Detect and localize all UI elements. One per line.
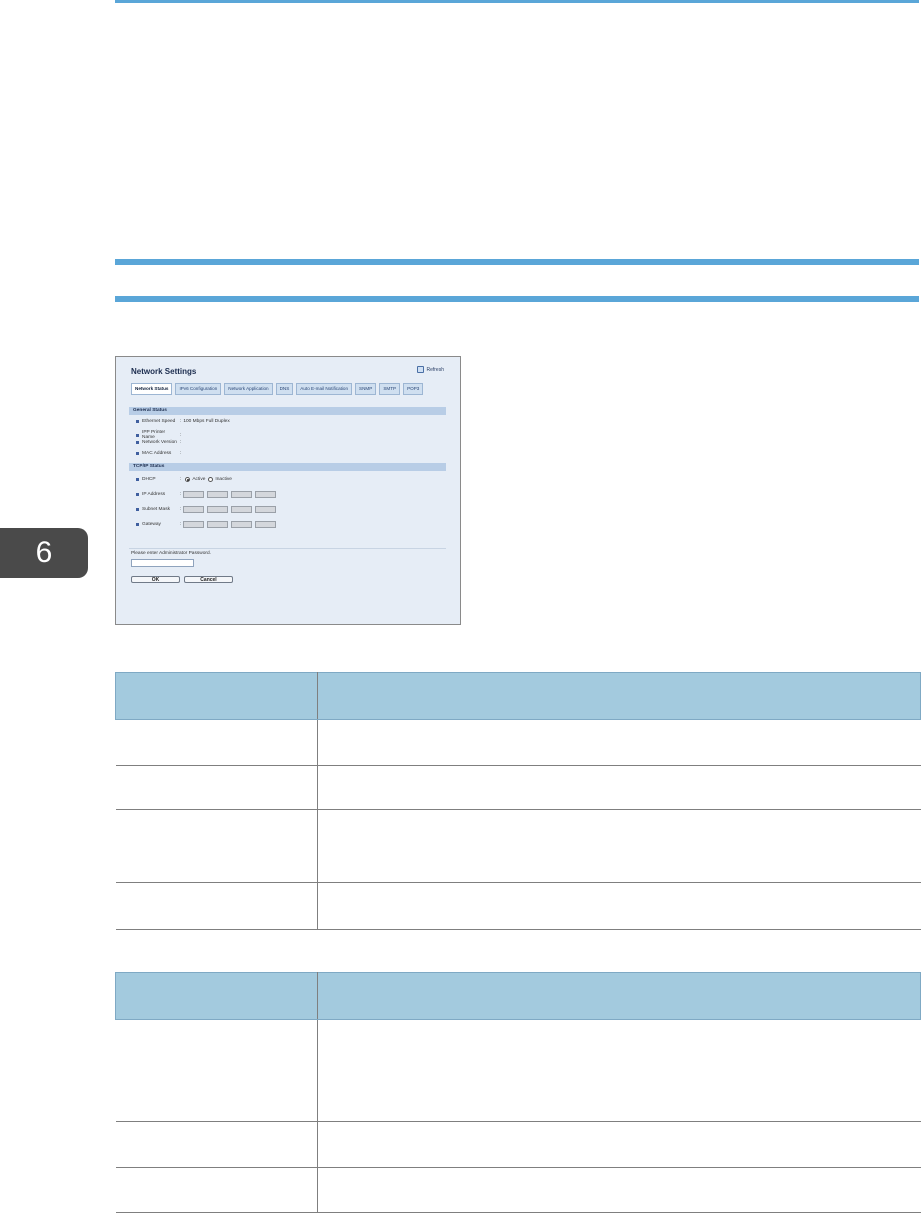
section-rule-top [115,259,919,265]
table-cell [115,765,318,810]
table-cell [115,1167,318,1213]
table-cell [115,882,318,930]
gateway-octet-4[interactable] [255,521,277,528]
ip-address-octet-4[interactable] [255,491,277,498]
tab-network-application[interactable]: Network Application [224,383,273,395]
tcpip-status-table [115,972,921,1213]
mac-address-row: MAC Address : [136,451,183,456]
table-row [115,1167,921,1213]
ip-address-octet-1[interactable] [183,491,205,498]
ipp-printer-name-label: IPP Printer Name [142,430,166,440]
gateway-row: Gateway : [136,521,279,528]
network-settings-screenshot: Network Settings Refresh Network Status … [115,356,461,625]
table-header-row [115,672,921,720]
dhcp-label: DHCP [142,477,156,482]
tab-bar: Network Status IPv6 Configuration Networ… [131,383,424,395]
table-row [115,719,921,766]
bullet-icon [136,420,139,423]
table-cell [317,882,921,930]
table-header-cell [115,972,318,1020]
general-status-heading: General Status [129,407,446,415]
ip-address-row: IP Address : [136,491,279,498]
bullet-icon [136,441,139,444]
gateway-octet-3[interactable] [231,521,253,528]
table-row [115,882,921,930]
network-version-row: Network Version : [136,440,183,445]
table-row [115,765,921,810]
subnet-mask-octet-4[interactable] [255,506,277,513]
dhcp-inactive-radio[interactable] [208,477,214,482]
gateway-octet-1[interactable] [183,521,205,528]
bullet-icon [136,523,139,526]
password-prompt: Please enter Administrator Password. [131,551,211,556]
dhcp-active-label: Active [192,477,206,482]
subnet-mask-octet-1[interactable] [183,506,205,513]
table-header-cell [317,972,921,1020]
ip-address-label: IP Address [142,492,166,497]
subnet-mask-octet-2[interactable] [207,506,229,513]
page-title: Network Settings [131,367,197,376]
table-row [115,809,921,883]
subnet-mask-label: Subnet Mask [142,507,170,512]
tab-auto-email-notification[interactable]: Auto E-mail Notification [296,383,353,395]
table-row [115,1121,921,1168]
table-cell [317,1121,921,1168]
admin-password-input[interactable] [131,559,194,567]
ip-address-octet-3[interactable] [231,491,253,498]
gateway-label: Gateway [142,522,161,527]
dhcp-inactive-label: Inactive [215,477,232,482]
table-cell [317,719,921,766]
table-cell [317,1167,921,1213]
tab-smtp[interactable]: SMTP [379,383,401,395]
divider [129,548,446,549]
refresh-icon [417,366,425,373]
tab-dns[interactable]: DNS [275,383,294,395]
table-header-cell [317,672,921,720]
bullet-icon [136,508,139,511]
refresh-label: Refresh [426,366,444,373]
subnet-mask-row: Subnet Mask : [136,506,279,513]
table-cell [115,809,318,883]
bullet-icon [136,478,139,481]
ip-address-octet-2[interactable] [207,491,229,498]
table-header-row [115,972,921,1020]
gateway-octet-2[interactable] [207,521,229,528]
dhcp-row: DHCP : Active Inactive [136,477,232,482]
tab-network-status[interactable]: Network Status [131,383,173,395]
tcpip-status-heading: TCP/IP Status [129,463,446,471]
table-cell [115,1019,318,1122]
bullet-icon [136,433,139,437]
tab-pop3[interactable]: POP3 [403,383,424,395]
tab-ipv6-configuration[interactable]: IPv6 Configuration [175,383,222,395]
table-cell [115,1121,318,1168]
network-status-table [115,672,921,930]
ok-button[interactable]: OK [131,576,180,583]
table-cell [115,719,318,766]
section-rule-bottom [115,296,919,302]
bullet-icon [136,452,139,455]
refresh-button[interactable]: Refresh [417,366,444,373]
table-row [115,1019,921,1122]
chapter-number: 6 [35,536,53,569]
cancel-button[interactable]: Cancel [184,576,233,583]
ethernet-speed-label: Ethernet Speed [142,419,176,424]
ethernet-speed-value: 100 Mbps Full Duplex [183,419,230,424]
table-cell [317,765,921,810]
dhcp-active-radio[interactable] [185,477,191,482]
table-header-cell [115,672,318,720]
tab-snmp[interactable]: SNMP [355,383,377,395]
chapter-tab: 6 [0,528,88,578]
subnet-mask-octet-3[interactable] [231,506,253,513]
table-cell [317,809,921,883]
bullet-icon [136,493,139,496]
table-cell [317,1019,921,1122]
ethernet-speed-row: Ethernet Speed : 100 Mbps Full Duplex [136,419,230,424]
mac-address-label: MAC Address [142,451,172,456]
network-version-label: Network Version [142,440,177,445]
ipp-printer-name-row: IPP Printer Name : [136,430,183,440]
header-rule [115,0,919,3]
